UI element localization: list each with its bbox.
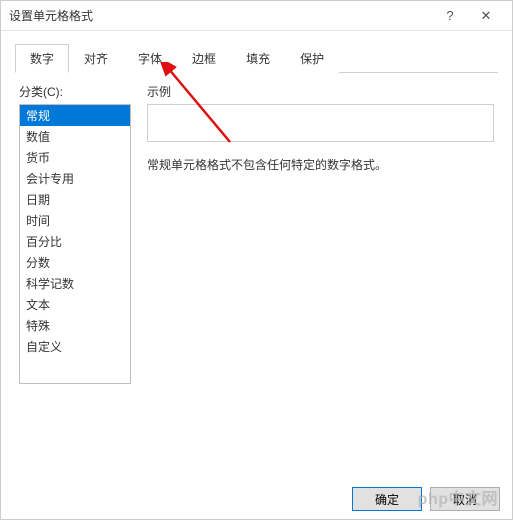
tab-font[interactable]: 字体 <box>123 44 177 73</box>
list-item-scientific[interactable]: 科学记数 <box>20 273 130 294</box>
close-button[interactable]: ✕ <box>468 2 504 30</box>
list-item-number[interactable]: 数值 <box>20 126 130 147</box>
titlebar: 设置单元格格式 ? ✕ <box>1 1 512 31</box>
category-column: 分类(C): 常规 数值 货币 会计专用 日期 时间 百分比 分数 科学记数 文… <box>19 83 131 467</box>
tab-alignment[interactable]: 对齐 <box>69 44 123 73</box>
right-column: 示例 常规单元格格式不包含任何特定的数字格式。 <box>147 83 494 467</box>
tab-number[interactable]: 数字 <box>15 44 69 73</box>
help-button[interactable]: ? <box>432 2 468 30</box>
format-description: 常规单元格格式不包含任何特定的数字格式。 <box>147 156 494 173</box>
list-item-currency[interactable]: 货币 <box>20 147 130 168</box>
tab-border[interactable]: 边框 <box>177 44 231 73</box>
list-item-percentage[interactable]: 百分比 <box>20 231 130 252</box>
dialog-content: 数字 对齐 字体 边框 填充 保护 分类(C): 常规 数值 货币 会计专用 日… <box>1 31 512 479</box>
cancel-button[interactable]: 取消 <box>430 487 500 511</box>
list-item-custom[interactable]: 自定义 <box>20 336 130 357</box>
tab-strip: 数字 对齐 字体 边框 填充 保护 <box>15 43 498 73</box>
list-item-fraction[interactable]: 分数 <box>20 252 130 273</box>
dialog-footer: 确定 取消 php中文网 <box>1 479 512 519</box>
list-item-text[interactable]: 文本 <box>20 294 130 315</box>
tab-protection[interactable]: 保护 <box>285 44 339 73</box>
list-item-accounting[interactable]: 会计专用 <box>20 168 130 189</box>
sample-label: 示例 <box>147 83 494 100</box>
list-item-special[interactable]: 特殊 <box>20 315 130 336</box>
sample-box <box>147 104 494 142</box>
dialog-title: 设置单元格格式 <box>9 7 432 24</box>
list-item-general[interactable]: 常规 <box>20 105 130 126</box>
format-cells-dialog: 设置单元格格式 ? ✕ 数字 对齐 字体 边框 填充 保护 分类(C): 常规 … <box>0 0 513 520</box>
category-listbox[interactable]: 常规 数值 货币 会计专用 日期 时间 百分比 分数 科学记数 文本 特殊 自定… <box>19 104 131 384</box>
category-label: 分类(C): <box>19 83 131 100</box>
number-panel: 分类(C): 常规 数值 货币 会计专用 日期 时间 百分比 分数 科学记数 文… <box>15 73 498 471</box>
list-item-date[interactable]: 日期 <box>20 189 130 210</box>
ok-button[interactable]: 确定 <box>352 487 422 511</box>
tab-fill[interactable]: 填充 <box>231 44 285 73</box>
list-item-time[interactable]: 时间 <box>20 210 130 231</box>
